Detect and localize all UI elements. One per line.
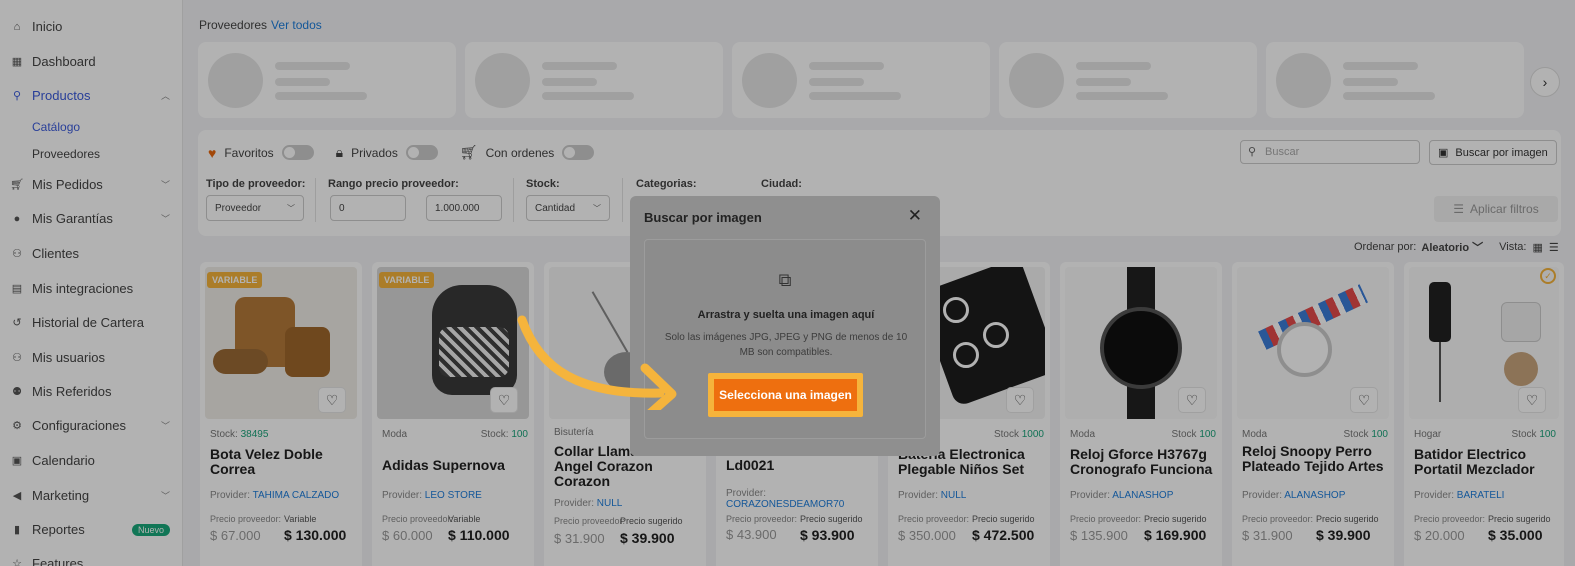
- tutorial-arrow: [517, 315, 677, 410]
- modal-title: Buscar por imagen: [644, 210, 762, 225]
- select-image-button[interactable]: Selecciona una imagen: [714, 379, 857, 411]
- select-image-highlight: Selecciona una imagen: [708, 373, 863, 417]
- image-upload-icon: ⧉: [778, 270, 792, 290]
- select-image-label: Selecciona una imagen: [719, 388, 852, 402]
- close-icon[interactable]: ✕: [908, 206, 922, 226]
- arrow-curve: [517, 315, 665, 398]
